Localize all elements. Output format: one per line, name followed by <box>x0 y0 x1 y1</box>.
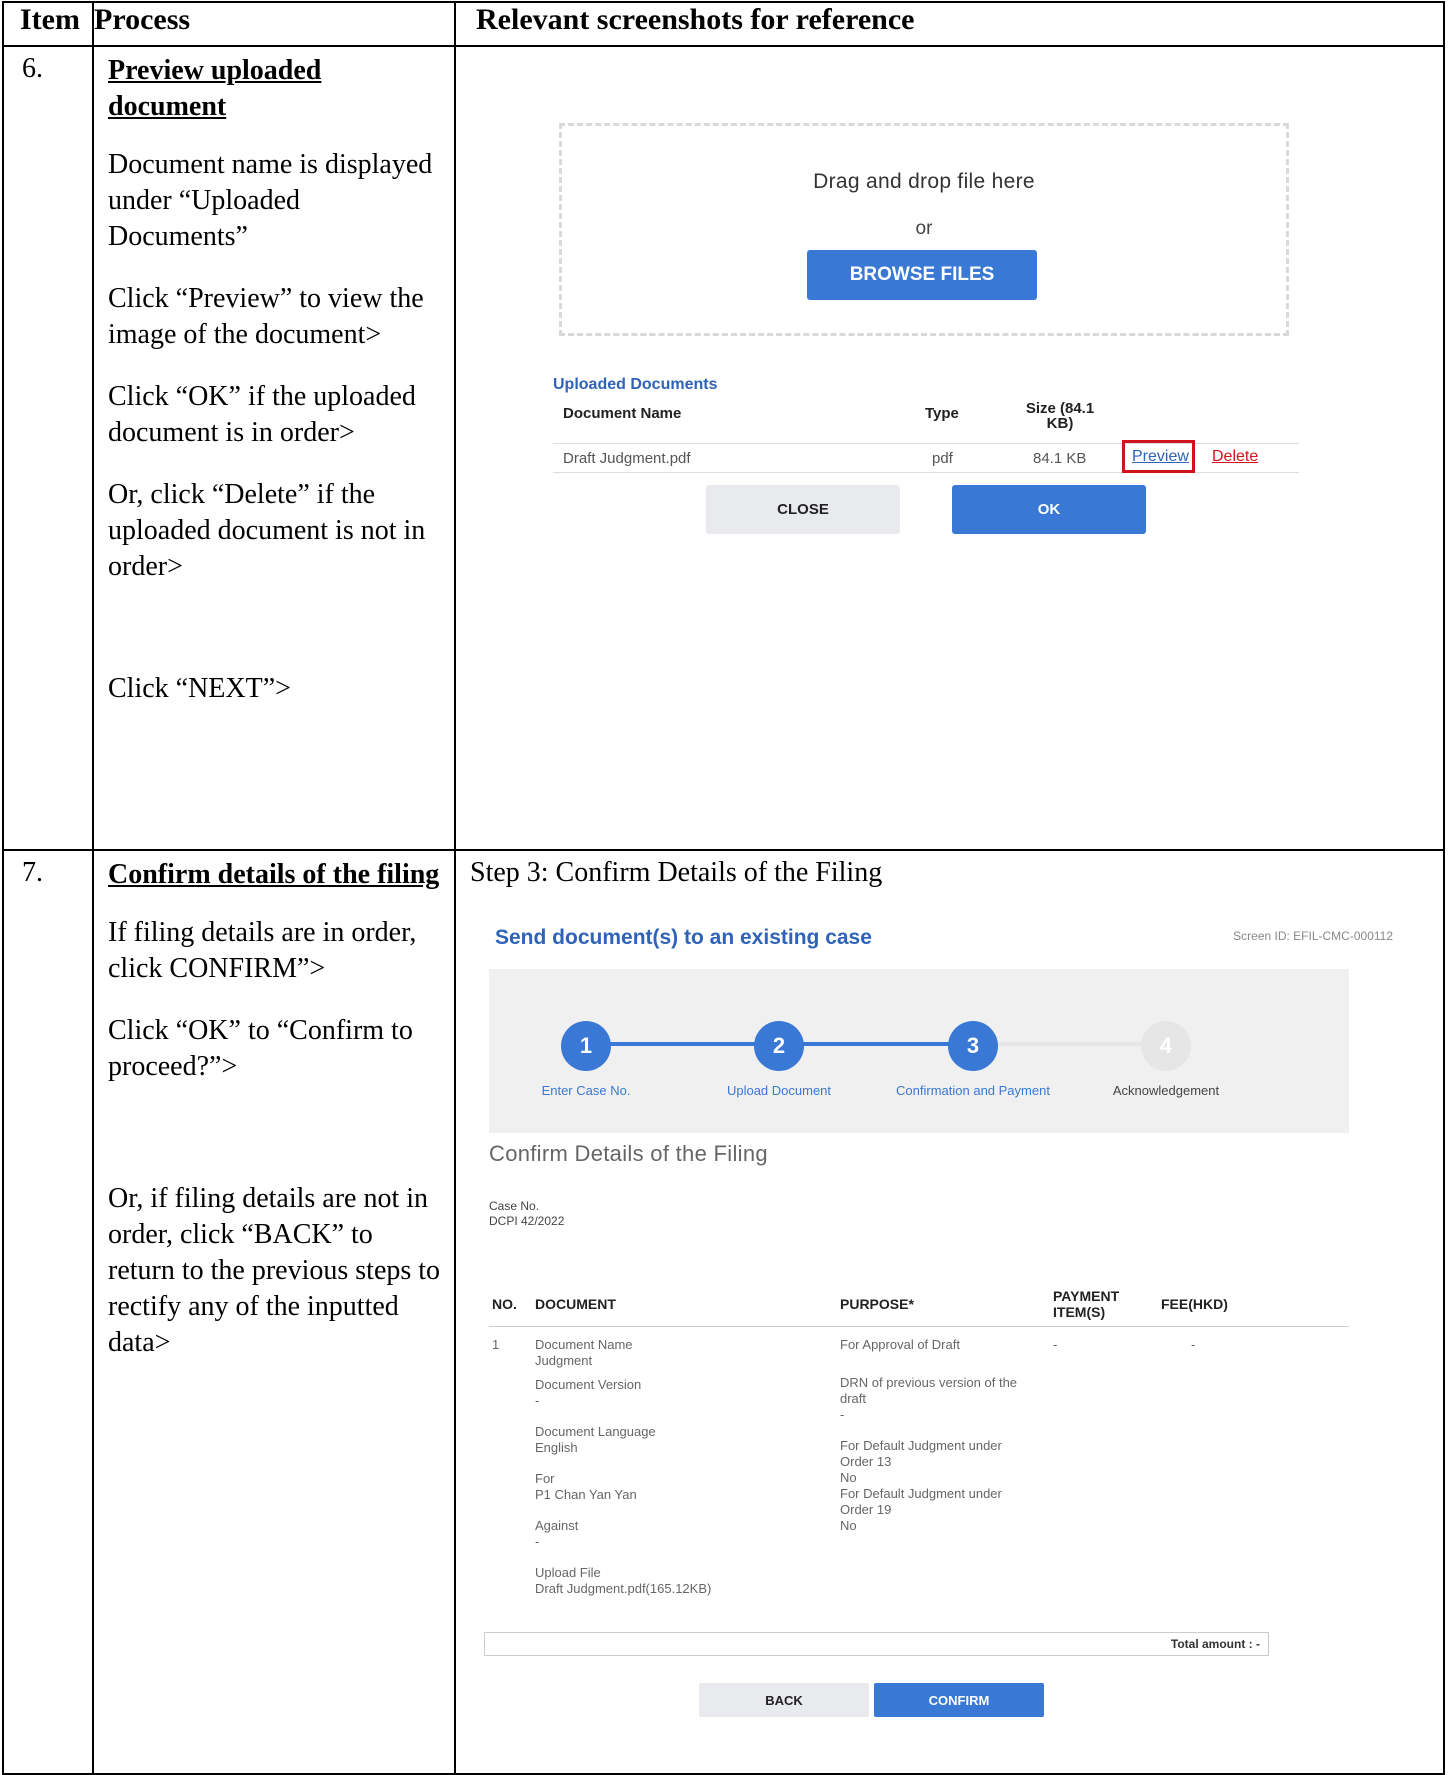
upload-screenshot: Drag and drop file here or BROWSE FILES … <box>456 47 1443 849</box>
page-title: Send document(s) to an existing case <box>495 926 872 949</box>
doc-language-label: Document Language <box>535 1424 656 1439</box>
drop-zone-or: or <box>915 218 933 239</box>
total-amount: Total amount : - <box>484 1632 1269 1656</box>
row-item-6: 6. Preview uploaded document Document na… <box>2 45 1445 851</box>
doc-language-value: English <box>535 1440 578 1455</box>
for-value: P1 Chan Yan Yan <box>535 1487 637 1502</box>
file-type: pdf <box>932 450 953 467</box>
stepper-line-pending <box>994 1042 1164 1046</box>
process-title: Confirm details of the filing <box>108 859 440 890</box>
item-number: 6. <box>2 45 94 851</box>
step-circle-1: 1 <box>561 1021 611 1071</box>
process-step: Document name is displayed under “Upload… <box>108 149 433 252</box>
col-document: DOCUMENT <box>535 1296 616 1312</box>
against-value: - <box>535 1534 540 1549</box>
header-item: Item <box>2 1 94 47</box>
header-screenshots: Relevant screenshots for reference <box>454 1 1445 47</box>
process-step: Click “NEXT”> <box>108 673 291 704</box>
delete-link[interactable]: Delete <box>1212 448 1258 466</box>
against-label: Against <box>535 1518 579 1533</box>
header-row: Item Process Relevant screenshots for re… <box>2 1 1445 47</box>
process-cell: Preview uploaded document Document name … <box>92 45 456 851</box>
row-number: 1 <box>492 1337 500 1352</box>
process-step: Click “OK” if the uploaded document is i… <box>108 381 416 448</box>
section-title: Confirm Details of the Filing <box>489 1141 768 1166</box>
doc-version-value: - <box>535 1393 540 1408</box>
process-step: Click “Preview” to view the image of the… <box>108 283 424 350</box>
for-label: For <box>535 1471 555 1486</box>
purpose-value: For Approval of Draft <box>840 1337 960 1352</box>
case-number: Case No. DCPI 42/2022 <box>489 1199 564 1229</box>
col-fee: FEE(HKD) <box>1161 1296 1228 1312</box>
drop-zone[interactable]: Drag and drop file here or BROWSE FILES <box>559 123 1289 336</box>
drop-zone-text: Drag and drop file here <box>813 170 1035 193</box>
process-step: If filing details are in order, click CO… <box>108 917 417 984</box>
uploaded-documents-title: Uploaded Documents <box>553 376 718 393</box>
doc-version-label: Document Version <box>535 1377 642 1392</box>
file-name: Draft Judgment.pdf <box>563 450 691 467</box>
payment-value: - <box>1053 1337 1058 1352</box>
progress-stepper: 1 2 3 4 Enter Case No. Upload Document C… <box>489 969 1349 1133</box>
screen-id: Screen ID: EFIL-CMC-000112 <box>1233 929 1393 943</box>
case-value: DCPI 42/2022 <box>489 1214 565 1228</box>
procedure-table: Item Process Relevant screenshots for re… <box>2 1 1445 1775</box>
case-label: Case No. <box>489 1199 540 1213</box>
process-title: Preview uploaded document <box>108 55 322 122</box>
upload-file-label: Upload File <box>535 1565 601 1580</box>
fee-value: - <box>1191 1337 1196 1352</box>
order19-value: No <box>840 1518 857 1533</box>
col-purpose: PURPOSE* <box>840 1296 914 1312</box>
confirm-screenshot: Step 3: Confirm Details of the Filing Se… <box>456 851 1443 1773</box>
purpose-details: For Approval of Draft DRN of previous ve… <box>840 1337 1030 1534</box>
step-label-3: Confirmation and Payment <box>896 1083 1050 1098</box>
item-number: 7. <box>2 849 94 1775</box>
step-label-2: Upload Document <box>726 1083 832 1098</box>
step-label-4: Acknowledgement <box>1112 1083 1220 1098</box>
col-document-name: Document Name <box>563 405 682 422</box>
preview-highlight-box <box>1122 440 1195 473</box>
table-divider <box>489 1326 1349 1327</box>
step-circle-2: 2 <box>754 1021 804 1071</box>
process-cell: Confirm details of the filing If filing … <box>92 849 456 1775</box>
file-size: 84.1 KB <box>1033 450 1087 467</box>
col-payment: PAYMENT ITEM(S) <box>1053 1288 1120 1320</box>
screenshot-cell: Drag and drop file here or BROWSE FILES … <box>454 45 1445 851</box>
process-step: Or, if filing details are not in order, … <box>108 1183 441 1358</box>
step-label-1: Enter Case No. <box>541 1083 631 1098</box>
screenshot-cell: Step 3: Confirm Details of the Filing Se… <box>454 849 1445 1775</box>
close-button[interactable]: CLOSE <box>706 485 900 534</box>
order19-label: For Default Judgment under Order 19 <box>840 1486 1002 1517</box>
step-circle-4: 4 <box>1141 1021 1191 1071</box>
doc-name-value: Judgment <box>535 1353 593 1368</box>
step-caption: Step 3: Confirm Details of the Filing <box>470 857 883 888</box>
doc-details: Document Name Judgment Document Version … <box>535 1337 795 1597</box>
back-button[interactable]: BACK <box>699 1683 869 1717</box>
ok-button[interactable]: OK <box>952 485 1146 534</box>
process-step: Or, click “Delete” if the uploaded docum… <box>108 479 426 582</box>
col-no: NO. <box>492 1296 517 1312</box>
upload-file-value: Draft Judgment.pdf(165.12KB) <box>535 1581 712 1596</box>
step-circle-3: 3 <box>948 1021 998 1071</box>
drn-value: - <box>840 1407 845 1422</box>
row-item-7: 7. Confirm details of the filing If fili… <box>2 849 1445 1775</box>
col-size: Size (84.1 KB) <box>1025 400 1095 432</box>
col-type: Type <box>925 405 959 422</box>
header-process: Process <box>92 1 456 47</box>
doc-name-label: Document Name <box>535 1337 633 1352</box>
confirm-button[interactable]: CONFIRM <box>874 1683 1044 1717</box>
order13-value: No <box>840 1470 857 1485</box>
browse-files-button[interactable]: BROWSE FILES <box>807 250 1037 300</box>
drn-label: DRN of previous version of the draft <box>840 1375 1018 1406</box>
order13-label: For Default Judgment under Order 13 <box>840 1438 1002 1469</box>
process-step: Click “OK” to “Confirm to proceed?”> <box>108 1015 413 1082</box>
